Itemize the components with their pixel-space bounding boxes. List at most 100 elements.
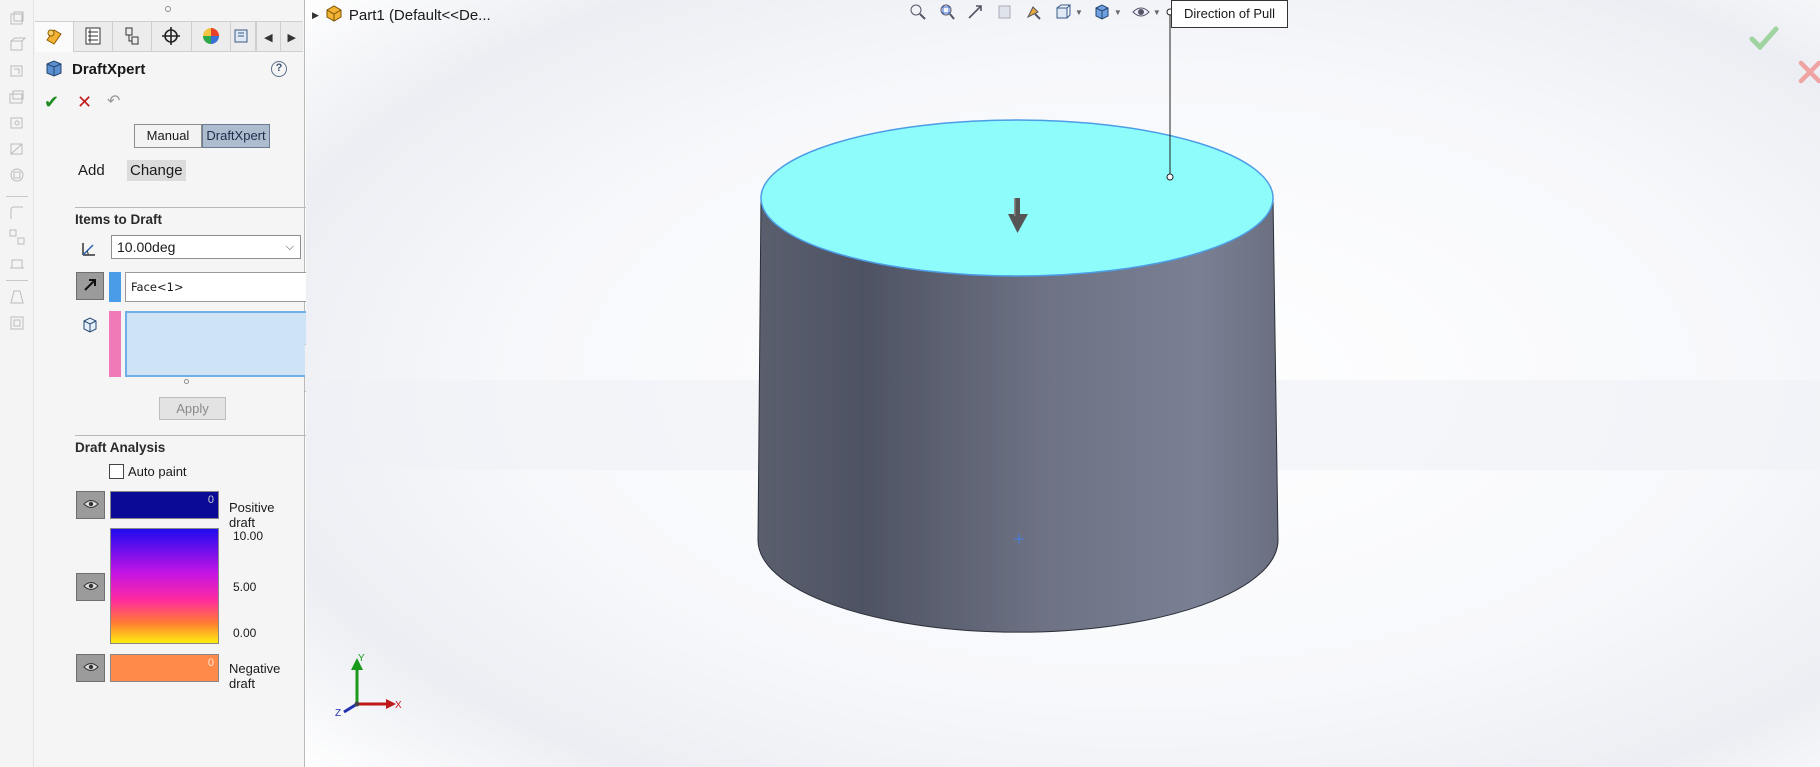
requires-draft-visibility-button[interactable] [76,573,105,601]
chevron-down-icon[interactable]: ▼ [1075,8,1083,17]
ok-check-icon [1749,26,1779,53]
confirmation-cancel-button[interactable] [1797,59,1820,88]
draft-angle-value: 10.00deg [117,239,176,255]
draft-angle-select[interactable]: 10.00deg ⌵ [111,235,301,259]
auto-paint-label: Auto paint [128,464,187,479]
faces-color-swatch [109,311,121,377]
property-manager-tab[interactable] [74,22,114,52]
previous-view-icon[interactable] [966,2,986,22]
auto-paint-checkbox[interactable]: Auto paint [109,464,187,479]
panel-resize-handle[interactable] [165,6,171,12]
feature-manager-tab[interactable] [35,22,75,52]
cancel-x-icon [1797,60,1820,88]
dimxpert-tab[interactable] [152,22,192,52]
heads-up-toolbar: ▼ ▼ ▼ [908,2,1190,22]
confirmation-ok-button[interactable] [1749,26,1779,53]
triad-y-label: Y [358,653,365,664]
ok-button[interactable]: ✔ [44,93,59,111]
cam-tab[interactable] [231,22,257,52]
configuration-manager-tab[interactable] [113,22,153,52]
eye-icon [82,497,99,513]
draft-color-scale [110,528,219,644]
zoom-to-area-icon[interactable] [937,2,957,22]
shell-cmd-icon[interactable] [8,314,26,332]
group-divider [75,207,331,208]
scale-min-label: 0.00 [233,626,257,640]
scale-mid-label: 5.00 [233,580,257,594]
rib-cmd-icon[interactable] [8,254,26,272]
revolve-cmd-icon[interactable] [8,62,26,80]
feature-header: DraftXpert [44,58,145,80]
cut-cmd-icon[interactable] [8,166,26,184]
positive-draft-visibility-button[interactable] [76,491,105,519]
triad-x-label: X [395,700,402,711]
dimxpert-icon [160,25,182,50]
checkbox-box[interactable] [109,464,124,479]
negative-draft-count: 0 [207,657,214,669]
display-style-icon[interactable] [1092,2,1112,22]
negative-draft-visibility-button[interactable] [76,654,105,682]
display-manager-icon [200,25,222,50]
display-manager-tab[interactable] [192,22,231,52]
graphics-area[interactable]: Y X Z ▶ Part1 (Default<<De... ▼ ▼ ▼ Dire… [306,0,1820,767]
extrude-cmd-icon[interactable] [8,36,27,54]
eye-icon [82,579,99,595]
fillet-cmd-icon[interactable] [8,204,26,222]
expand-tree-icon[interactable]: ▶ [312,10,319,21]
positive-draft-color[interactable]: 0 [110,491,219,519]
pull-direction-icon [80,275,100,298]
draftxpert-mode-button[interactable]: DraftXpert [202,124,270,148]
model-viewport[interactable]: Y X Z [306,0,1820,767]
neutral-plane-color-swatch [109,272,121,302]
flyout-feature-tree[interactable]: ▶ Part1 (Default<<De... [312,4,491,26]
list-resize-handle[interactable] [184,379,189,384]
part-icon [325,4,343,26]
positive-draft-count: 0 [207,494,214,506]
section-view-icon[interactable] [995,2,1015,22]
feature-manager-icon [43,25,65,50]
property-manager-icon [82,25,104,50]
feature-title: DraftXpert [72,60,146,78]
eye-icon [82,660,99,676]
close-icon: ✕ [77,92,93,112]
zoom-to-fit-icon[interactable] [908,2,928,22]
view-orientation-icon[interactable] [1053,2,1073,22]
apply-button[interactable]: Apply [159,397,226,420]
neutral-plane-field[interactable]: Face<1> [125,272,322,302]
check-icon: ✔ [44,92,60,112]
part-name: Part1 (Default<<De... [348,6,491,24]
chevron-down-icon[interactable]: ▼ [1114,8,1122,17]
cancel-button[interactable]: ✕ [77,93,92,111]
manual-mode-button[interactable]: Manual [134,124,202,148]
loft-cmd-icon[interactable] [8,114,26,132]
draft-analysis-title: Draft Analysis [75,440,166,455]
add-tab[interactable]: Add [78,162,105,179]
direction-of-pull-callout[interactable]: Direction of Pull [1171,0,1289,28]
dynamic-annotation-icon[interactable] [1024,2,1044,22]
faces-to-draft-icon [76,311,104,339]
negative-draft-color[interactable]: 0 [110,654,219,682]
manager-tabs: ◀ ▶ [35,21,303,52]
undo-button[interactable]: ↶ [107,93,120,111]
faces-to-draft-list[interactable] [125,311,322,377]
chevron-down-icon[interactable]: ▼ [1153,8,1161,17]
change-tab[interactable]: Change [127,160,186,181]
positive-draft-label: Positive draft [229,500,275,530]
triad-z-label: Z [335,708,341,719]
tab-scroll-left-button[interactable]: ◀ [256,22,279,52]
mode-toggle: Manual DraftXpert [134,124,270,148]
sweep-cmd-icon[interactable] [8,88,26,106]
group-divider [75,435,331,436]
feature-cmd-icon[interactable] [8,10,26,28]
hide-show-items-icon[interactable] [1131,2,1151,22]
chevron-right-icon: ▶ [287,31,297,44]
neutral-plane-button[interactable] [76,272,104,300]
draft-angle-icon [76,234,104,262]
boundary-cmd-icon[interactable] [8,140,26,158]
help-icon[interactable]: ? [271,61,287,77]
tab-scroll-right-button[interactable]: ▶ [279,22,303,52]
draft-cmd-icon[interactable] [8,288,26,306]
chevron-left-icon: ◀ [264,31,273,44]
pattern-cmd-icon[interactable] [8,228,26,246]
items-to-draft-title: Items to Draft [75,212,163,227]
